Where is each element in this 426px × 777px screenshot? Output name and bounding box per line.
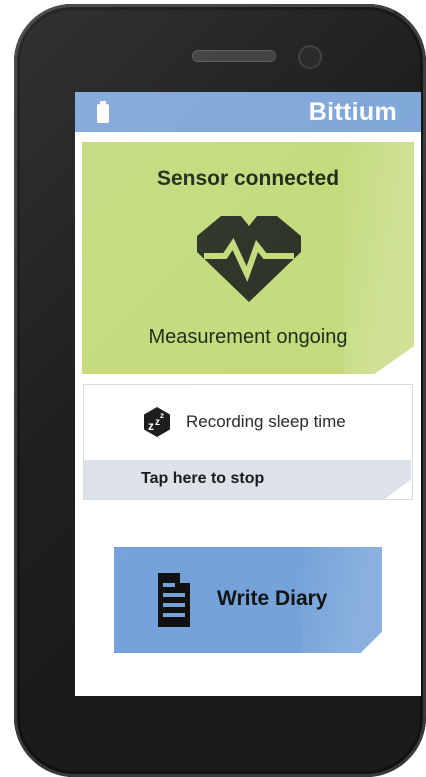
sensor-title: Sensor connected — [156, 167, 340, 190]
side-button — [391, 4, 426, 27]
write-diary-label: Write Diary — [217, 587, 328, 610]
svg-text:z: z — [148, 419, 154, 433]
stop-recording-label: Tap here to stop — [141, 470, 265, 487]
document-icon — [158, 573, 190, 627]
sleep-recording-card[interactable]: z z z Recording sleep time Tap here to s… — [83, 384, 413, 500]
brand-logo: Bittium — [308, 98, 397, 126]
heart-pulse-icon — [197, 216, 301, 302]
stop-recording-button[interactable]: Tap here to stop — [84, 460, 411, 499]
status-bar: Bittium — [75, 92, 421, 132]
write-diary-button[interactable]: Write Diary — [114, 547, 382, 653]
phone-frame: Bittium Sensor connected Measurement ong… — [14, 4, 426, 777]
svg-text:z: z — [160, 411, 164, 420]
earpiece-speaker — [192, 50, 276, 62]
sleep-recording-label: Recording sleep time — [186, 412, 346, 431]
sensor-status-card: Sensor connected Measurement ongoing — [82, 142, 414, 374]
battery-icon — [97, 101, 109, 123]
sleep-zzz-icon: z z z — [144, 407, 170, 437]
sleep-status-row: z z z Recording sleep time — [84, 385, 411, 460]
front-camera — [298, 45, 322, 69]
measurement-status: Measurement ongoing — [148, 326, 348, 348]
phone-screen: Bittium Sensor connected Measurement ong… — [75, 92, 421, 696]
